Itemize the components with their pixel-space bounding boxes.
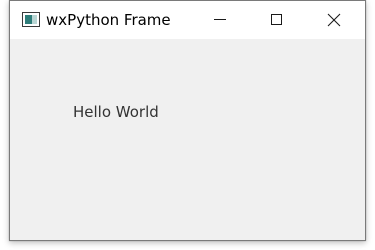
frame-client-area: Hello World [10, 39, 365, 240]
maximize-icon [271, 14, 282, 25]
app-window: wxPython Frame Hello World [9, 0, 366, 241]
minimize-button[interactable] [197, 1, 243, 39]
minimize-icon [214, 19, 226, 20]
window-title: wxPython Frame [46, 11, 171, 29]
app-icon-dark-segment [25, 15, 32, 24]
close-icon [327, 13, 341, 27]
maximize-button[interactable] [254, 1, 300, 39]
close-button[interactable] [311, 1, 357, 39]
app-icon-light-segment [32, 15, 37, 24]
title-bar[interactable]: wxPython Frame [10, 1, 365, 39]
app-icon[interactable] [22, 12, 40, 27]
hello-world-label: Hello World [73, 103, 159, 121]
